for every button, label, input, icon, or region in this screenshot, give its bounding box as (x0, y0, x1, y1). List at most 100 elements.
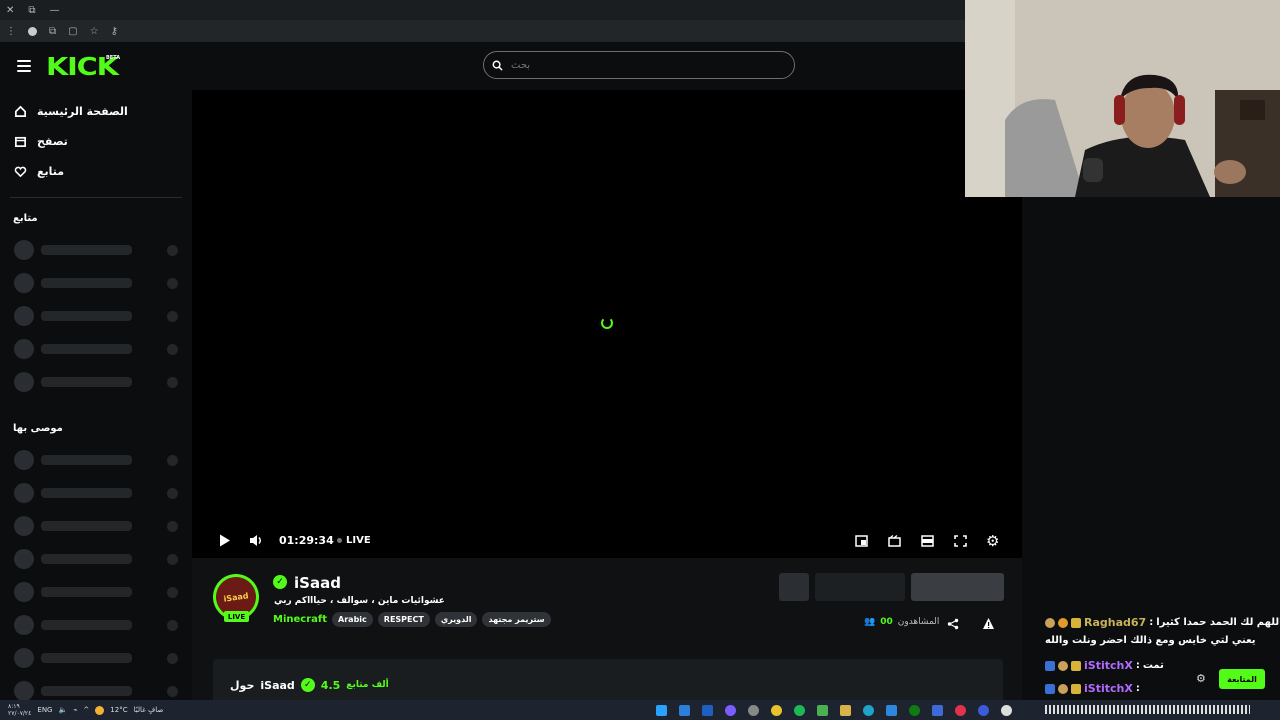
app-icon[interactable] (955, 704, 966, 716)
live-indicator: LIVE (337, 535, 371, 546)
window-title-bar: ✕ ⧉ — (0, 0, 965, 20)
weather-icon (95, 705, 105, 715)
play-icon[interactable] (219, 534, 231, 547)
sidebar: الصفحة الرئيسية تصفح متابع متابع موصى به… (0, 90, 190, 701)
chat-text: اللهم لك الحمد حمدا كثيرا (1156, 617, 1280, 628)
sidebar-item-label: تصفح (37, 135, 68, 148)
picture-in-picture-icon[interactable] (855, 534, 868, 547)
chat-message: يعني لتي خايس ومع ذالك احضر ونلت والله (1045, 635, 1256, 646)
minecraft-app-icon[interactable] (817, 704, 828, 716)
chat-badge-icon (1058, 660, 1068, 671)
viewers-icon: 👥 (864, 617, 876, 627)
share-icon[interactable] (947, 618, 959, 630)
hamburger-menu-icon[interactable] (17, 60, 31, 72)
skeleton-channel (14, 516, 180, 536)
crown-badge-icon (1071, 683, 1081, 694)
chat-badge-icon (1045, 617, 1055, 628)
skeleton-channel (14, 372, 180, 392)
app-icon[interactable] (978, 704, 989, 716)
chevron-up-icon[interactable]: ^ (83, 706, 89, 714)
browse-icon (15, 136, 26, 147)
app-icon[interactable] (748, 704, 759, 716)
about-prefix: حول (230, 678, 255, 692)
stream-tags: Minecraft Arabic RESPECT الدويري ستريمر … (273, 612, 551, 627)
weather-temp: 12°C (110, 706, 128, 714)
about-header: حول iSaad ✓ 4.5 ألف متابع (230, 678, 389, 692)
home-icon (15, 105, 26, 117)
key-icon[interactable]: ⚷ (111, 26, 118, 37)
chat-badge-icon (1058, 617, 1068, 628)
tab-icon[interactable]: ▢ (68, 26, 77, 37)
skeleton-button[interactable] (815, 573, 905, 601)
chat-username: iStitchX (1084, 659, 1133, 672)
heart-icon (14, 166, 27, 178)
telegram-app-icon[interactable] (656, 704, 667, 716)
app-icon[interactable] (932, 704, 943, 716)
live-badge: LIVE (224, 611, 249, 622)
search-icon (492, 60, 503, 71)
skeleton-button[interactable] (911, 573, 1004, 601)
weather-text: صافٍ غالبًا (133, 706, 164, 714)
window-restore-button[interactable]: ⧉ (28, 5, 35, 16)
sidebar-item-home[interactable]: الصفحة الرئيسية (14, 105, 128, 118)
spotify-app-icon[interactable] (794, 704, 805, 716)
network-tray-icon[interactable]: ⌁ (73, 706, 77, 714)
search-input[interactable] (509, 58, 773, 72)
window-close-button[interactable]: ✕ (6, 5, 14, 16)
skeleton-channel (14, 273, 180, 293)
chat-settings-gear-icon[interactable]: ⚙ (1196, 672, 1206, 685)
file-explorer-icon[interactable] (840, 704, 851, 716)
theater-mode-icon[interactable] (921, 534, 934, 547)
edge-app-icon[interactable] (863, 704, 874, 716)
fullscreen-icon[interactable] (954, 534, 967, 547)
streamer-webcam-image (965, 0, 1280, 197)
sidebar-divider (10, 197, 182, 198)
language-indicator[interactable]: ENG (37, 706, 52, 714)
sidebar-item-following[interactable]: متابع (14, 165, 64, 178)
skeleton-channel (14, 240, 180, 260)
menu-dots-icon[interactable]: ⋮ (6, 26, 16, 37)
clip-icon[interactable] (888, 534, 901, 547)
extension-icon[interactable]: ⧉ (49, 26, 56, 37)
tag-chip[interactable]: RESPECT (377, 612, 430, 627)
volume-icon[interactable] (249, 534, 264, 547)
viewer-count: 👥 00 المشاهدون (864, 617, 940, 627)
chrome-app-icon[interactable] (771, 704, 782, 716)
app-icon[interactable] (725, 704, 736, 716)
recommended-heading: موصى بها (13, 423, 63, 434)
chat-badge-icon (1058, 683, 1068, 694)
app-icon[interactable] (886, 704, 897, 716)
tag-chip[interactable]: الدويري (434, 612, 478, 627)
app-icon[interactable] (1001, 704, 1012, 716)
search-box[interactable] (483, 51, 795, 79)
volume-tray-icon[interactable]: 🔈 (58, 706, 67, 714)
report-warning-icon[interactable] (982, 617, 995, 630)
skeleton-channel (14, 582, 180, 602)
about-name: iSaad (260, 678, 295, 692)
xbox-app-icon[interactable] (909, 704, 920, 716)
clock-text[interactable]: ٨:١٩ ٢٧/٠٧/٢٤ (8, 703, 31, 717)
app-icon[interactable] (679, 704, 690, 716)
skeleton-channel (14, 648, 180, 668)
skeleton-channel (14, 549, 180, 569)
channel-username[interactable]: iSaad (294, 574, 341, 592)
tag-chip[interactable]: ستريمر مجتهد (482, 612, 551, 627)
category-link[interactable]: Minecraft (273, 614, 327, 625)
chat-message: Raghad67 : اللهم لك الحمد حمدا كثيرا (1045, 616, 1280, 629)
player-controls: 01:29:34 LIVE ⚙ (192, 523, 1022, 558)
settings-gear-icon[interactable]: ⚙ (986, 532, 999, 550)
tag-chip[interactable]: Arabic (332, 612, 373, 627)
sidebar-item-browse[interactable]: تصفح (14, 135, 68, 148)
app-icon[interactable] (702, 704, 713, 716)
crown-badge-icon (1071, 660, 1081, 671)
skeleton-button[interactable] (779, 573, 809, 601)
chat-username: iStitchX (1084, 682, 1133, 695)
chat-message: iStitchX : تمت (1045, 659, 1164, 672)
skeleton-channel (14, 306, 180, 326)
follow-button[interactable]: المتابعة (1219, 669, 1265, 689)
bookmark-star-icon[interactable]: ☆ (90, 26, 99, 37)
window-minimize-button[interactable]: — (50, 5, 60, 16)
chat-text: يعني لتي خايس ومع ذالك احضر ونلت والله (1045, 635, 1256, 646)
stream-title: عشوائيات ماين ، سوالف ، حياااكم ربي (274, 596, 445, 606)
profile-icon[interactable] (28, 26, 37, 36)
